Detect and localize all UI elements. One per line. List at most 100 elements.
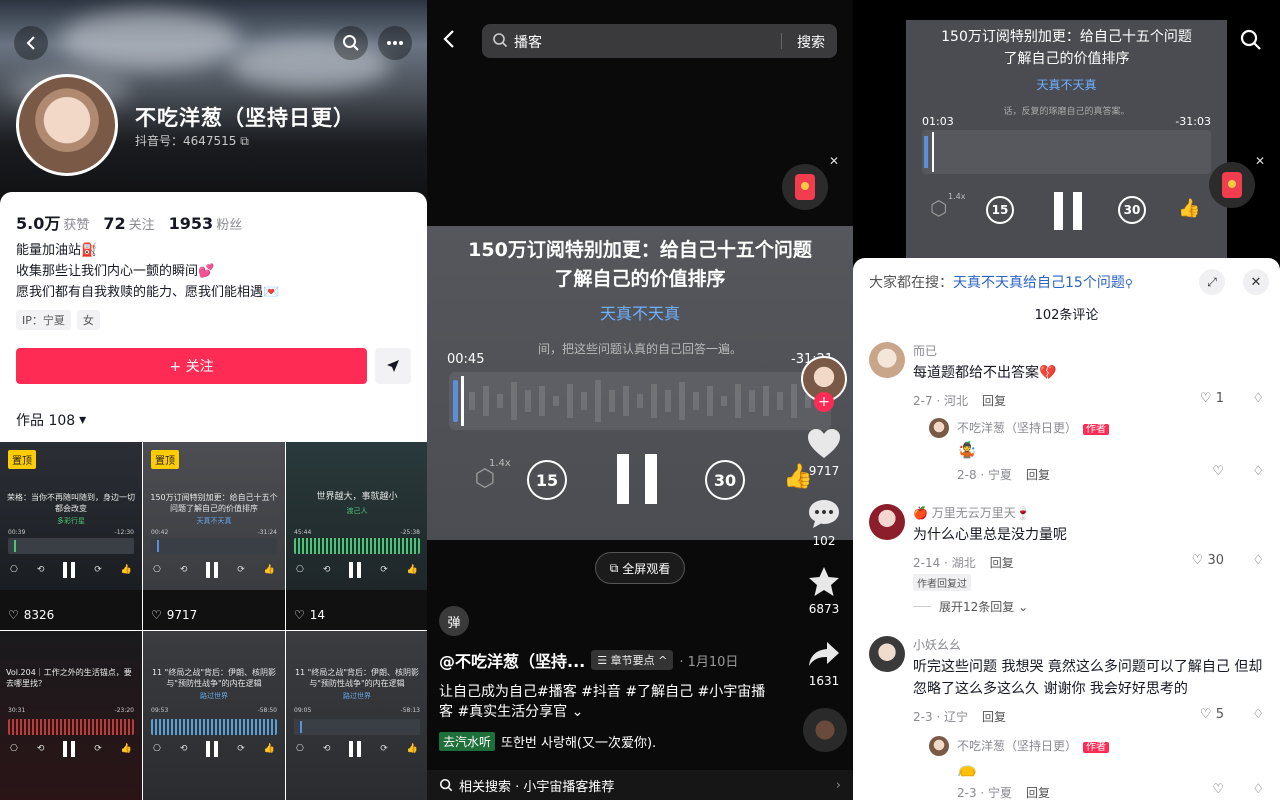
- mini-waveform[interactable]: [922, 130, 1211, 174]
- more-button[interactable]: [378, 26, 412, 60]
- avatar[interactable]: [869, 342, 905, 378]
- reply-like-button[interactable]: ♡: [1212, 782, 1224, 797]
- reply-button[interactable]: 回复: [990, 556, 1014, 570]
- fullscreen-button[interactable]: ⧉ 全屏观看: [595, 552, 685, 584]
- search-button[interactable]: [334, 26, 368, 60]
- commenter-name[interactable]: 而已: [913, 342, 937, 359]
- danmaku-button[interactable]: 弹: [439, 606, 469, 636]
- mini-author[interactable]: 天真不天真: [906, 76, 1227, 93]
- playhead[interactable]: [461, 376, 464, 426]
- reply-author-name[interactable]: 不吃洋葱（坚持日更）: [957, 421, 1077, 435]
- dislike-icon[interactable]: ♢: [1252, 707, 1264, 722]
- stat-likes[interactable]: 5.0万 获赞: [16, 210, 89, 234]
- tile-waveform: [151, 538, 277, 554]
- comment-text: 每道题都给不出答案💔: [913, 365, 1057, 381]
- back-button[interactable]: [14, 26, 48, 60]
- author-handle[interactable]: @不吃洋葱（坚持...: [439, 648, 585, 672]
- speed-button[interactable]: ⬡ 1.4x: [465, 458, 511, 498]
- like-button[interactable]: 9717: [799, 428, 849, 478]
- copy-icon[interactable]: ⧉: [240, 134, 249, 148]
- work-tile[interactable]: 11 "终局之战"背后：伊朗、核阴影与"预防性战争"的内在逻辑 路过世界 09:…: [143, 631, 285, 800]
- reply-item: 不吃洋葱（坚持日更） 作者 🤹 2-8 · 宁夏 回复 ♡ ♢: [929, 418, 1264, 482]
- close-button[interactable]: ✕: [1243, 269, 1269, 295]
- dislike-icon[interactable]: ♢: [1252, 464, 1264, 479]
- works-tab[interactable]: 作品 108 ▾: [16, 410, 86, 430]
- comment-like-button[interactable]: ♡ 30: [1192, 553, 1224, 568]
- work-tile[interactable]: 置顶 荣格：当你不再随叫随到，身边一切都会改变 多彩行星 00:39 -12:3…: [0, 442, 142, 630]
- red-packet-button[interactable]: [1209, 162, 1255, 208]
- video-description[interactable]: 让自己成为自己#播客 #抖音 #了解自己 #小宇宙播客 #真实生活分享官 ⌄: [439, 682, 769, 722]
- commenter-name[interactable]: 小妖幺幺: [913, 636, 961, 653]
- avatar[interactable]: [869, 504, 905, 540]
- search-button[interactable]: [1239, 28, 1263, 56]
- dislike-icon[interactable]: ♢: [1252, 553, 1264, 568]
- share-profile-button[interactable]: [375, 348, 411, 384]
- follow-button[interactable]: + 关注: [16, 348, 367, 384]
- reply-like-button[interactable]: ♡: [1212, 464, 1224, 479]
- avatar[interactable]: [929, 418, 949, 438]
- podcast-author[interactable]: 天真不天真: [427, 300, 853, 324]
- chapter-points-button[interactable]: ☰ 章节要点 ^: [591, 650, 674, 670]
- expand-button[interactable]: ⤢: [1199, 269, 1225, 295]
- tile-subtitle: 天真不天真: [196, 517, 232, 525]
- expand-replies-button[interactable]: 展开12条回复 ⌄: [913, 598, 1028, 615]
- commenter-name[interactable]: 🍎 万里无云万里天🍷: [913, 504, 1031, 521]
- work-tile[interactable]: 世界越大，事就越小 渡己人 45:44 -25:38 ⎔ ⟲ ⟳ 👍 ♡ 14: [286, 442, 427, 630]
- author-replied-badge: 作者回复过: [913, 574, 971, 591]
- dislike-icon[interactable]: ♢: [1252, 782, 1264, 797]
- reply-emoji: 👝: [957, 758, 977, 777]
- reply-button[interactable]: 回复: [982, 394, 1006, 408]
- creator-avatar[interactable]: +: [799, 356, 849, 412]
- avatar[interactable]: [929, 736, 949, 756]
- reply-button[interactable]: 回复: [1026, 468, 1050, 482]
- search-bar[interactable]: 播客 搜索: [482, 24, 837, 58]
- search-icon: [1240, 29, 1261, 50]
- dislike-icon[interactable]: ♢: [1252, 391, 1264, 406]
- pause-button[interactable]: [1054, 192, 1082, 230]
- follow-plus-icon[interactable]: +: [814, 392, 834, 412]
- speed-label: 1.4x: [489, 458, 511, 469]
- thumb-up-button[interactable]: 👍: [1178, 198, 1200, 219]
- rewind-15-button[interactable]: 15: [527, 460, 567, 500]
- douyin-id[interactable]: 抖音号：4647515 ⧉: [135, 132, 249, 149]
- hot-search-link[interactable]: 天真不天真给自己15个问题: [953, 275, 1125, 291]
- profile-avatar[interactable]: [16, 74, 118, 176]
- close-icon[interactable]: ✕: [1255, 154, 1265, 168]
- playhead[interactable]: [932, 132, 934, 172]
- player-controls: ⬡ 1.4x 15 30 👍: [457, 452, 823, 508]
- favorite-button[interactable]: 6873: [799, 566, 849, 616]
- thumb-icon: 👍: [263, 565, 275, 575]
- reply-author-name[interactable]: 不吃洋葱（坚持日更）: [957, 739, 1077, 753]
- forward-30-button[interactable]: 30: [705, 460, 745, 500]
- reply-button[interactable]: 回复: [982, 710, 1006, 724]
- related-search-bar[interactable]: 相关搜索 · 小宇宙播客推荐 ›: [427, 770, 853, 800]
- played-marker: [924, 136, 928, 168]
- close-icon[interactable]: ✕: [829, 154, 839, 168]
- music-source-badge[interactable]: 去汽水听: [439, 732, 496, 751]
- stat-followers[interactable]: 1953 粉丝: [169, 214, 243, 233]
- waveform-scrubber[interactable]: [449, 372, 831, 430]
- work-tile[interactable]: 置顶 150万订阅特别加更：给自己十五个问题了解自己的价值排序 天真不天真 00…: [143, 442, 285, 630]
- music-disc[interactable]: [803, 708, 847, 752]
- search-input[interactable]: 播客: [514, 32, 542, 52]
- avatar[interactable]: [869, 636, 905, 672]
- pause-button[interactable]: [617, 454, 657, 504]
- back-button[interactable]: [439, 28, 461, 54]
- comment-like-button[interactable]: ♡ 5: [1200, 707, 1224, 722]
- share-button[interactable]: 1631: [799, 640, 849, 688]
- comment-like-button[interactable]: ♡ 1: [1200, 391, 1224, 406]
- mini-title-line: 了解自己的价值排序: [1003, 51, 1130, 67]
- work-tile[interactable]: 11 "终局之战"背后：伊朗、核阴影与"预防性战争"的内在逻辑 路过世界 09:…: [286, 631, 427, 800]
- music-line[interactable]: 去汽水听 또한번 사랑해(又一次爱你).: [439, 732, 656, 751]
- tile-time-elapsed: 09:53: [151, 707, 169, 714]
- speed-button[interactable]: ⬡ 1.4x: [930, 192, 965, 220]
- work-tile[interactable]: Vol.204｜工作之外的生活锚点，要去哪里找？ 30:31 -23:20 ⎔ ⟲…: [0, 631, 142, 800]
- search-submit-button[interactable]: 搜索: [797, 32, 825, 52]
- forward-30-button[interactable]: 30: [1118, 196, 1146, 224]
- comment-button[interactable]: 102: [799, 498, 849, 548]
- red-packet-button[interactable]: [782, 164, 828, 210]
- tile-title: 世界越大，事就越小: [316, 492, 398, 502]
- stat-following[interactable]: 72 关注: [103, 214, 154, 233]
- rewind-15-button[interactable]: 15: [986, 196, 1014, 224]
- reply-button[interactable]: 回复: [1026, 786, 1050, 800]
